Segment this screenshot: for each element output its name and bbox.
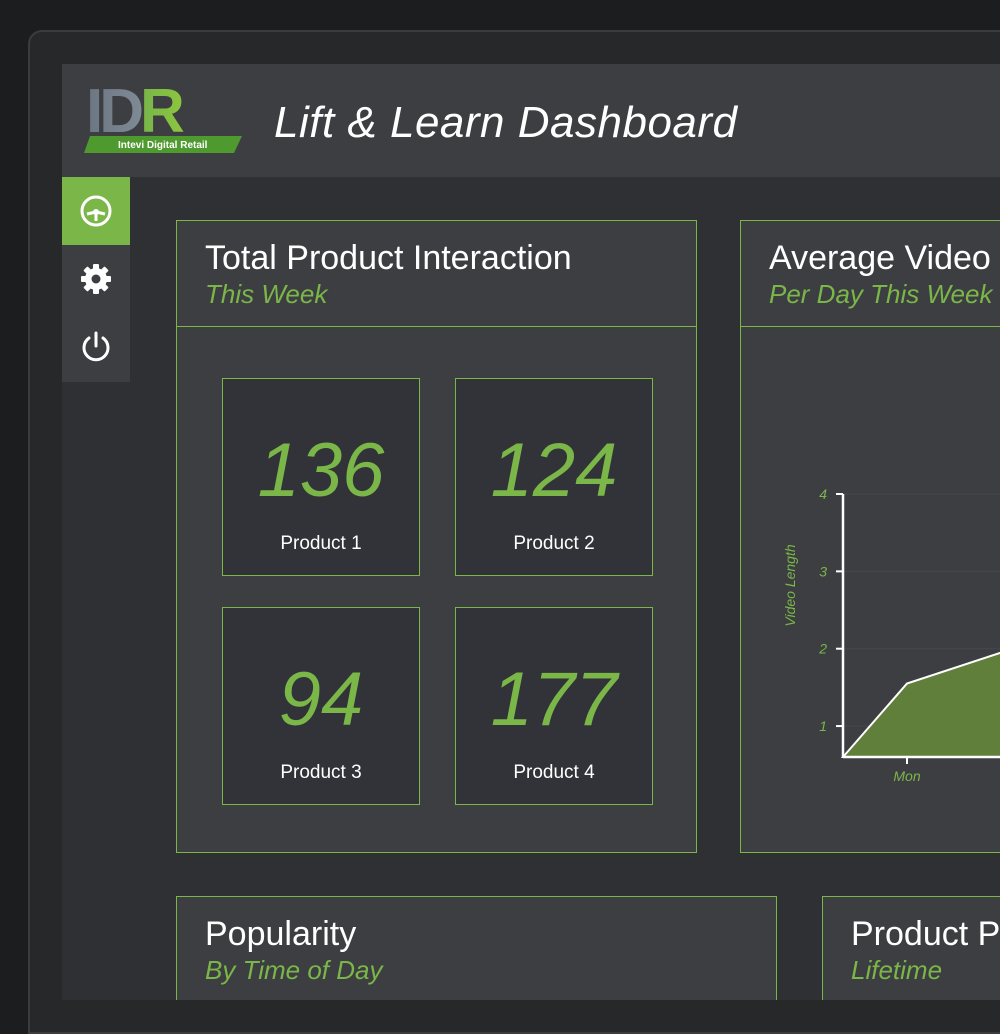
card-subtitle: By Time of Day <box>205 955 383 985</box>
popularity-card: Popularity By Time of Day <box>176 896 777 1000</box>
sidebar-item-dashboard[interactable] <box>62 177 130 245</box>
svg-text:Intevi Digital Retail: Intevi Digital Retail <box>118 140 208 151</box>
interaction-count: 177 <box>490 657 618 742</box>
y-tick-label: 2 <box>818 641 827 657</box>
product-interaction-card: Total Product Interaction This Week 136 … <box>176 220 697 853</box>
interaction-count: 124 <box>490 428 618 513</box>
sidebar-item-settings[interactable] <box>62 245 130 313</box>
average-video-card: Average Video Per Day This Week 1 2 3 4 Mon V… <box>740 220 1000 853</box>
product-lifetime-card: Product P Lifetime <box>822 896 1000 1000</box>
y-tick-label: 4 <box>819 486 827 502</box>
idr-logo: IDR Intevi Digital Retail <box>84 82 242 153</box>
interaction-count: 136 <box>257 428 385 513</box>
card-subtitle: Per Day This Week <box>769 279 993 309</box>
x-tick-label: Mon <box>893 768 920 784</box>
card-title: Popularity <box>205 915 357 953</box>
card-header: Popularity By Time of Day <box>177 897 776 1000</box>
card-title: Total Product Interaction <box>205 239 572 277</box>
dashboard-screen: IDR Intevi Digital Retail Lift & Learn D… <box>62 64 1000 1000</box>
gear-icon <box>81 264 111 294</box>
area-series <box>840 651 1000 758</box>
y-axis-label: Video Length <box>782 544 798 626</box>
y-tick-label: 1 <box>819 718 827 734</box>
card-title: Average Video <box>769 239 991 277</box>
product-label: Product 2 <box>513 533 595 554</box>
y-tick-label: 3 <box>819 563 827 579</box>
sidebar-item-power[interactable] <box>62 313 130 381</box>
card-subtitle: This Week <box>205 279 328 309</box>
card-header: Product P Lifetime <box>823 897 1000 1000</box>
card-subtitle: Lifetime <box>851 955 943 985</box>
card-header: Average Video Per Day This Week <box>741 221 1000 327</box>
card-title: Product P <box>851 915 1000 953</box>
app-header: IDR Intevi Digital Retail Lift & Learn D… <box>62 64 1000 177</box>
interaction-count: 94 <box>278 657 364 742</box>
power-icon <box>82 331 110 362</box>
product-tile-2[interactable]: 124 Product 2 <box>455 378 653 576</box>
app-title: Lift & Learn Dashboard <box>274 98 738 147</box>
card-header: Total Product Interaction This Week <box>177 221 696 327</box>
product-tile-4[interactable]: 177 Product 4 <box>455 607 653 805</box>
product-tile-1[interactable]: 136 Product 1 <box>222 378 420 576</box>
sidebar-nav <box>62 177 130 382</box>
product-tile-3[interactable]: 94 Product 3 <box>222 607 420 805</box>
video-length-chart: 1 2 3 4 Mon Video Length <box>782 486 1000 784</box>
product-label: Product 4 <box>513 762 595 783</box>
product-label: Product 3 <box>280 762 362 783</box>
dashboard-gauge-icon <box>80 195 112 227</box>
product-label: Product 1 <box>280 533 362 554</box>
